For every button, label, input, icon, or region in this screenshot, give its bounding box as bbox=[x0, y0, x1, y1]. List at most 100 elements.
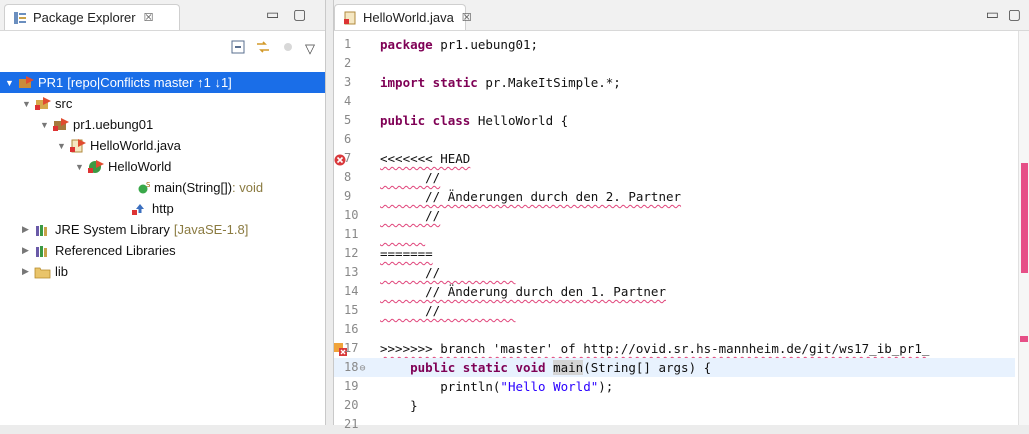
tree-item-label: src bbox=[55, 96, 73, 111]
close-icon[interactable]: ☒ bbox=[144, 11, 154, 24]
explorer-toolbar: ▽ bbox=[231, 40, 315, 57]
minimize-icon[interactable]: ▭ bbox=[986, 6, 999, 23]
line-code: import static pr.MakeItSimple.*; bbox=[380, 75, 621, 90]
code-line: 15 // bbox=[334, 301, 1015, 320]
line-code: ======= bbox=[380, 246, 433, 261]
tree-item-label: pr1.uebung01 bbox=[73, 117, 154, 132]
tree-item-src[interactable]: ▼ src bbox=[0, 93, 325, 114]
editor-view: HelloWorld.java ☒ ▭ ▢ 1 package pr1.uebun… bbox=[333, 0, 1029, 431]
tab-helloworld-java[interactable]: HelloWorld.java ☒ bbox=[334, 4, 472, 30]
package-explorer-icon bbox=[13, 11, 27, 25]
tree-item-java-file[interactable]: ▼ HelloWorld.java bbox=[0, 135, 325, 156]
fold-collapse-icon[interactable]: ⊖ bbox=[359, 363, 365, 374]
editor-tabbar: HelloWorld.java ☒ ▭ ▢ bbox=[334, 0, 1029, 31]
overview-error-marker[interactable] bbox=[1020, 336, 1028, 342]
folder-icon bbox=[34, 265, 52, 279]
expand-arrow-icon[interactable]: ▼ bbox=[40, 120, 50, 130]
line-code: // bbox=[380, 208, 441, 223]
line-code: <<<<<<< HEAD bbox=[380, 151, 471, 166]
tree-item-jre[interactable]: ▶ JRE System Library [JavaSE-1.8] bbox=[0, 219, 325, 240]
java-file-icon bbox=[343, 11, 357, 25]
code-line: 16 bbox=[334, 320, 1015, 339]
code-line-current: 18⊖ public static void main(String[] arg… bbox=[334, 358, 1015, 377]
package-icon bbox=[52, 117, 70, 132]
line-number: 18⊖ bbox=[344, 360, 366, 374]
line-number: 12 bbox=[344, 246, 359, 260]
line-code: public static void main(String[] args) { bbox=[410, 360, 712, 375]
tree-item-label: HelloWorld bbox=[108, 159, 172, 174]
line-number: 9 bbox=[344, 189, 352, 203]
source-folder-icon bbox=[34, 96, 52, 111]
code-line: 4 bbox=[334, 92, 1015, 111]
line-code: // Änderung durch den 1. Partner bbox=[380, 284, 666, 299]
collapse-all-icon[interactable] bbox=[231, 40, 245, 57]
tree-item-label: lib bbox=[55, 264, 69, 279]
line-number: 20 bbox=[344, 398, 359, 412]
code-line: 10 // bbox=[334, 206, 1015, 225]
expand-arrow-icon[interactable]: ▶ bbox=[22, 266, 32, 277]
jre-version: [JavaSE-1.8] bbox=[173, 222, 249, 237]
tree-item-label: PR1 bbox=[38, 75, 64, 90]
maximize-icon[interactable]: ▢ bbox=[1008, 6, 1021, 23]
line-number: 3 bbox=[344, 75, 352, 89]
tree-item-label: http bbox=[152, 201, 174, 216]
view-menu-icon[interactable]: ▽ bbox=[305, 41, 315, 57]
tab-label: HelloWorld.java bbox=[363, 10, 454, 25]
tree-item-label: JRE System Library bbox=[55, 222, 170, 237]
line-number: 4 bbox=[344, 94, 352, 108]
close-icon[interactable]: ☒ bbox=[462, 11, 472, 24]
class-icon bbox=[87, 159, 105, 174]
tree-item-lib[interactable]: ▶ lib bbox=[0, 261, 325, 282]
expand-arrow-icon[interactable]: ▶ bbox=[22, 245, 32, 256]
code-line: 13 // bbox=[334, 263, 1015, 282]
tree-item-class[interactable]: ▼ HelloWorld bbox=[0, 156, 325, 177]
maximize-icon[interactable]: ▢ bbox=[293, 6, 306, 23]
explorer-tabbar: Package Explorer ☒ ▭ ▢ bbox=[0, 0, 325, 31]
overview-ruler[interactable] bbox=[1018, 31, 1029, 425]
code-line: 6 bbox=[334, 130, 1015, 149]
code-line: 2 bbox=[334, 54, 1015, 73]
line-number: 16 bbox=[344, 322, 359, 336]
tree-item-label: main(String[]) bbox=[154, 180, 233, 195]
code-line: 1 package pr1.uebung01; bbox=[334, 35, 1015, 54]
expand-arrow-icon[interactable]: ▶ bbox=[22, 224, 32, 235]
expand-arrow-icon[interactable]: ▼ bbox=[5, 78, 15, 88]
minimize-icon[interactable]: ▭ bbox=[266, 6, 279, 23]
expand-arrow-icon[interactable]: ▼ bbox=[75, 162, 85, 172]
focus-icon[interactable] bbox=[281, 40, 295, 57]
line-number: 6 bbox=[344, 132, 352, 146]
line-number: 7 bbox=[344, 151, 352, 165]
tree-item-http[interactable]: http bbox=[0, 198, 325, 219]
tab-label: Package Explorer bbox=[33, 10, 136, 25]
line-number: 17 bbox=[344, 341, 359, 355]
line-code: public class HelloWorld { bbox=[380, 113, 569, 128]
link-with-editor-icon[interactable] bbox=[255, 40, 271, 57]
line-number: 10 bbox=[344, 208, 359, 222]
tree-item-method[interactable]: S main(String[]) : void bbox=[0, 177, 325, 198]
line-number: 19 bbox=[344, 379, 359, 393]
code-line: 11 bbox=[334, 225, 1015, 244]
line-number: 15 bbox=[344, 303, 359, 317]
svg-text:S: S bbox=[146, 181, 151, 189]
code-line: 8 // bbox=[334, 168, 1015, 187]
project-icon bbox=[17, 75, 35, 90]
code-line: 20 } bbox=[334, 396, 1015, 415]
overview-error-marker[interactable] bbox=[1021, 163, 1028, 273]
line-number: 14 bbox=[344, 284, 359, 298]
import-error-icon bbox=[131, 202, 149, 216]
java-file-icon bbox=[69, 138, 87, 153]
tree-item-label: Referenced Libraries bbox=[55, 243, 176, 258]
expand-arrow-icon[interactable]: ▼ bbox=[57, 141, 67, 151]
tree-item-referenced-libraries[interactable]: ▶ Referenced Libraries bbox=[0, 240, 325, 261]
public-static-method-icon: S bbox=[137, 181, 151, 195]
library-icon bbox=[34, 223, 52, 237]
tab-package-explorer[interactable]: Package Explorer ☒ bbox=[4, 4, 180, 30]
code-editor[interactable]: 1 package pr1.uebung01; 2 3 import static … bbox=[334, 31, 1029, 431]
code-line: 14 // Änderung durch den 1. Partner bbox=[334, 282, 1015, 301]
line-code: println("Hello World"); bbox=[380, 379, 614, 394]
tree-item-project[interactable]: ▼ PR1 [repo|Conflicts master ↑1 ↓1] bbox=[0, 72, 325, 93]
expand-arrow-icon[interactable]: ▼ bbox=[22, 99, 32, 109]
tree-item-package[interactable]: ▼ pr1.uebung01 bbox=[0, 114, 325, 135]
code-line: 17 >>>>>>> branch 'master' of http://ovid… bbox=[334, 339, 1015, 358]
